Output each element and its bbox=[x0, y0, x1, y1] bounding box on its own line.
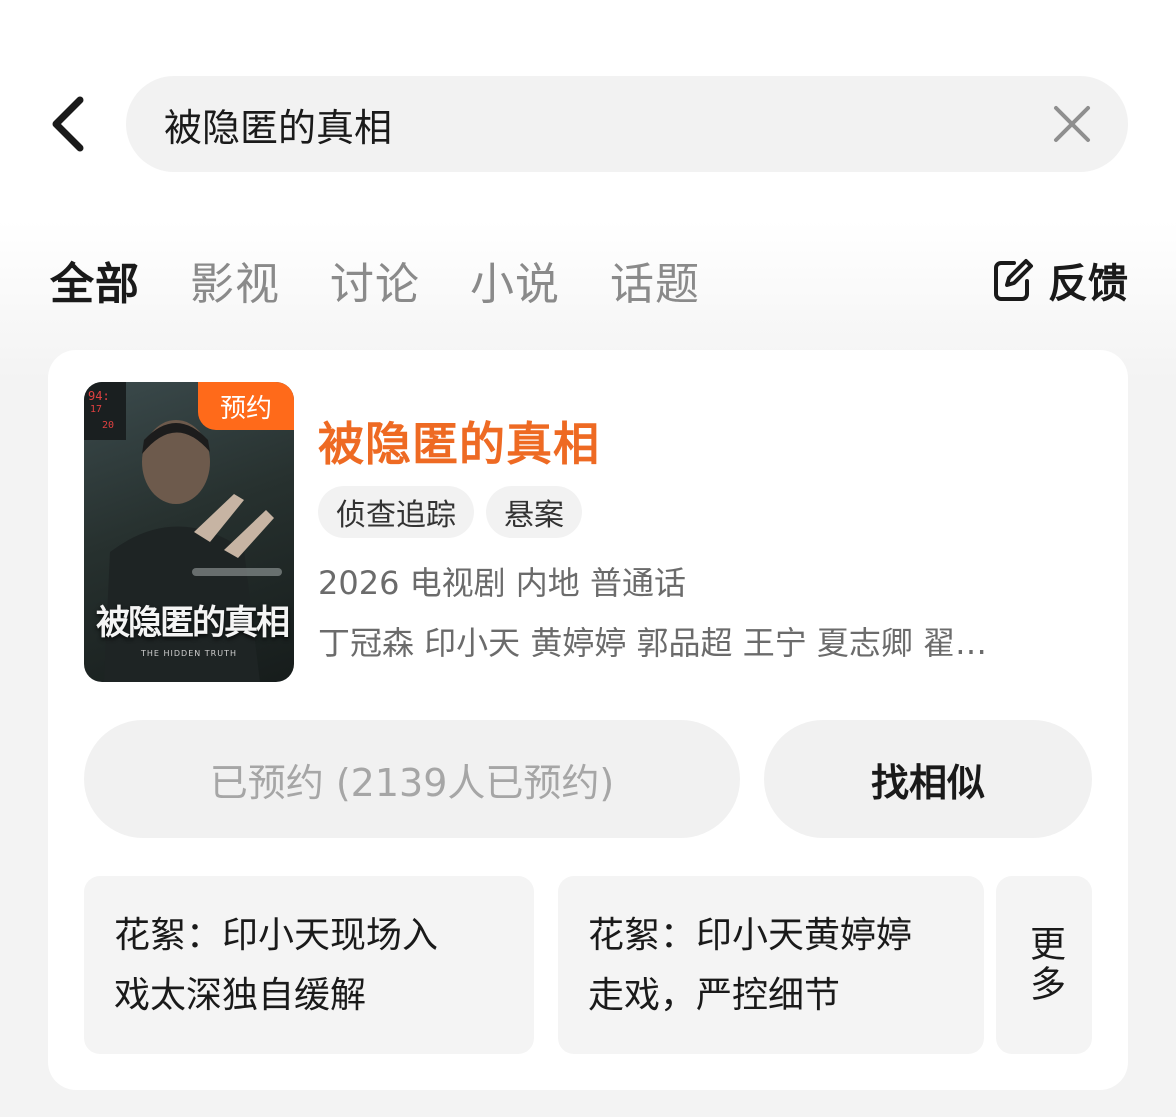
search-input[interactable] bbox=[164, 102, 1050, 146]
search-bar bbox=[126, 76, 1128, 172]
tab-all[interactable]: 全部 bbox=[50, 248, 140, 312]
more-clips-button[interactable]: 更多 bbox=[996, 876, 1092, 1054]
clip-title-line: 戏太深独自缓解 bbox=[114, 975, 367, 1016]
svg-text:94:: 94: bbox=[88, 389, 110, 403]
feedback-label: 反馈 bbox=[1048, 261, 1128, 307]
result-card: 94: 17 20 预约 被隐匿的真相 THE HIDDEN TRUTH 被隐匿… bbox=[48, 350, 1128, 1090]
tab-discussion[interactable]: 讨论 bbox=[330, 248, 420, 312]
genre-tags: 侦查追踪 悬案 bbox=[318, 486, 594, 538]
poster-subtitle-art: THE HIDDEN TRUTH bbox=[141, 649, 237, 658]
clear-search-button[interactable] bbox=[1050, 102, 1094, 146]
genre-tag[interactable]: 侦查追踪 bbox=[318, 486, 474, 538]
back-button[interactable] bbox=[40, 92, 96, 156]
reserved-button[interactable]: 已预约 (2139人已预约) bbox=[84, 720, 740, 838]
result-cast: 丁冠森 印小天 黄婷婷 郭品超 王宁 夏志卿 翟… bbox=[318, 624, 988, 662]
result-meta: 2026 电视剧 内地 普通话 bbox=[318, 564, 686, 602]
result-title[interactable]: 被隐匿的真相 bbox=[318, 408, 600, 474]
edit-icon bbox=[994, 259, 1033, 301]
genre-tag[interactable]: 悬案 bbox=[486, 486, 582, 538]
clip-item[interactable]: 花絮：印小天黄婷婷 走戏，严控细节 bbox=[558, 876, 984, 1054]
svg-text:20: 20 bbox=[102, 420, 114, 431]
clip-title-line: 花絮：印小天现场入 bbox=[114, 915, 439, 956]
feedback-button[interactable]: 反馈 bbox=[992, 252, 1128, 308]
reservation-badge: 预约 bbox=[198, 382, 294, 430]
clip-title-line: 走戏，严控细节 bbox=[588, 975, 841, 1016]
svg-text:17: 17 bbox=[90, 404, 102, 415]
tab-film-tv[interactable]: 影视 bbox=[190, 248, 280, 312]
chevron-left-icon bbox=[52, 96, 84, 152]
category-tabs: 全部 影视 讨论 小说 话题 bbox=[50, 248, 750, 312]
clip-item[interactable]: 花絮：印小天现场入 戏太深独自缓解 bbox=[84, 876, 534, 1054]
poster-image[interactable]: 94: 17 20 预约 被隐匿的真相 THE HIDDEN TRUTH bbox=[84, 382, 294, 682]
poster-title-art: 被隐匿的真相 bbox=[96, 603, 290, 643]
close-icon bbox=[1054, 106, 1090, 142]
tab-topic[interactable]: 话题 bbox=[610, 248, 700, 312]
clip-title-line: 花絮：印小天黄婷婷 bbox=[588, 915, 913, 956]
tab-novel[interactable]: 小说 bbox=[470, 248, 560, 312]
find-similar-button[interactable]: 找相似 bbox=[764, 720, 1092, 838]
